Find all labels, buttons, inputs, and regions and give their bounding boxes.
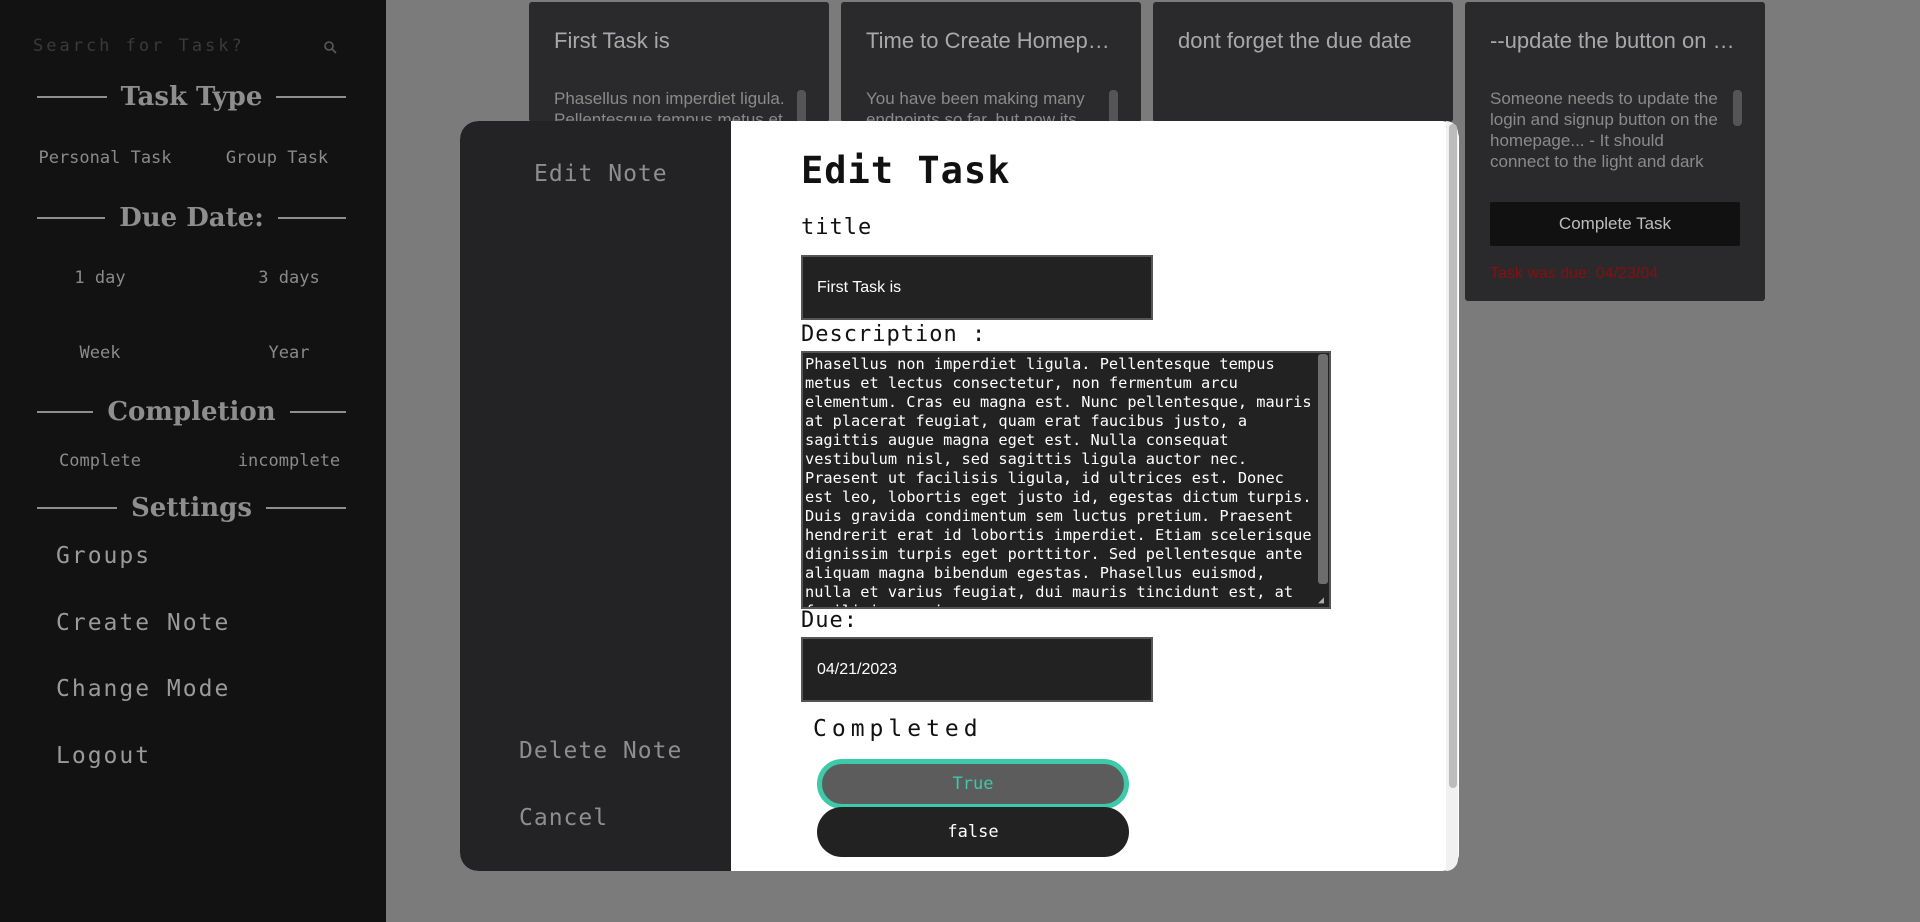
sidebar: Task Type Personal Task Group Task Due D…	[0, 0, 386, 922]
edit-note-link[interactable]: Edit Note	[534, 161, 668, 187]
nav-groups[interactable]: Groups	[56, 543, 151, 569]
description-scrollbar[interactable]	[1318, 354, 1328, 584]
edit-task-modal: Edit Note Delete Note Cancel Edit Task t…	[460, 121, 1459, 871]
search-bar	[33, 36, 343, 66]
task-card[interactable]: --update the button on the homepage Some…	[1465, 2, 1765, 301]
completed-true-button[interactable]: True	[817, 759, 1129, 809]
modal-sidebar: Edit Note Delete Note Cancel	[460, 121, 731, 871]
filter-due-year[interactable]: Year	[194, 343, 384, 363]
description-label: Description :	[801, 322, 987, 347]
filter-due-1-day[interactable]: 1 day	[5, 268, 195, 288]
task-card[interactable]: Time to Create Homepage You have been ma…	[841, 2, 1141, 129]
modal-scrollbar-thumb[interactable]	[1449, 124, 1457, 788]
due-date-heading: Due Date:	[37, 203, 346, 233]
task-card-title: dont forget the due date	[1178, 28, 1412, 53]
settings-heading: Settings	[37, 493, 346, 523]
filter-group-task[interactable]: Group Task	[182, 148, 372, 168]
task-card-scrollbar[interactable]	[1733, 90, 1742, 126]
completed-label: Completed	[813, 716, 983, 742]
filter-complete[interactable]: Complete	[5, 451, 195, 471]
task-type-heading: Task Type	[37, 82, 347, 112]
completed-false-button[interactable]: false	[817, 807, 1129, 857]
search-input[interactable]	[33, 36, 303, 56]
nav-change-mode[interactable]: Change Mode	[56, 676, 230, 702]
filter-incomplete[interactable]: incomplete	[194, 451, 384, 471]
cancel-button[interactable]: Cancel	[519, 805, 608, 831]
due-label: Due:	[801, 608, 858, 633]
filter-due-week[interactable]: Week	[5, 343, 195, 363]
title-input[interactable]	[801, 255, 1153, 320]
filter-personal-task[interactable]: Personal Task	[10, 148, 200, 168]
search-icon[interactable]	[323, 40, 337, 54]
resize-handle-icon[interactable]: ◢	[1318, 595, 1329, 606]
task-card-title: Time to Create Homepage	[866, 28, 1116, 53]
task-card[interactable]: dont forget the due date	[1153, 2, 1453, 122]
modal-title: Edit Task	[801, 149, 1011, 192]
task-card-description: Someone needs to update the login and si…	[1490, 89, 1718, 174]
nav-create-note[interactable]: Create Note	[56, 610, 230, 636]
filter-due-3-days[interactable]: 3 days	[194, 268, 384, 288]
task-card[interactable]: First Task is Phasellus non imperdiet li…	[529, 2, 829, 129]
due-date-input[interactable]	[801, 637, 1153, 702]
title-label: title	[801, 215, 873, 240]
description-textarea[interactable]: Phasellus non imperdiet ligula. Pellente…	[801, 351, 1331, 609]
delete-note-button[interactable]: Delete Note	[519, 738, 682, 764]
nav-logout[interactable]: Logout	[56, 743, 151, 769]
complete-task-button[interactable]: Complete Task	[1490, 202, 1740, 246]
task-card-title: First Task is	[554, 28, 670, 53]
task-due-status: Task was due: 04/23/04	[1490, 265, 1659, 282]
modal-form: Edit Task title Description : Phasellus …	[731, 121, 1459, 871]
completion-heading: Completion	[37, 397, 346, 427]
task-card-title: --update the button on the homepage	[1490, 28, 1740, 53]
